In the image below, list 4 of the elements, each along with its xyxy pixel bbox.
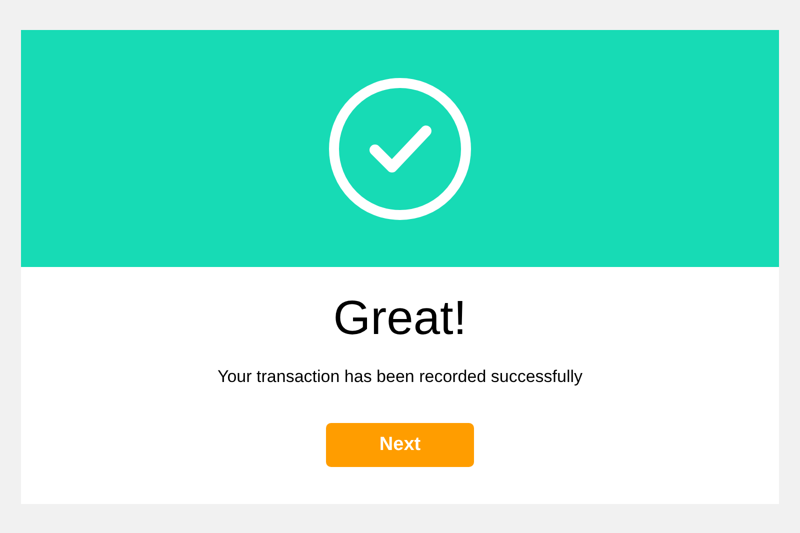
next-button[interactable]: Next [326, 423, 474, 467]
dialog-title: Great! [333, 291, 467, 347]
dialog-message: Your transaction has been recorded successfully [217, 366, 583, 388]
check-circle-icon [328, 76, 472, 220]
